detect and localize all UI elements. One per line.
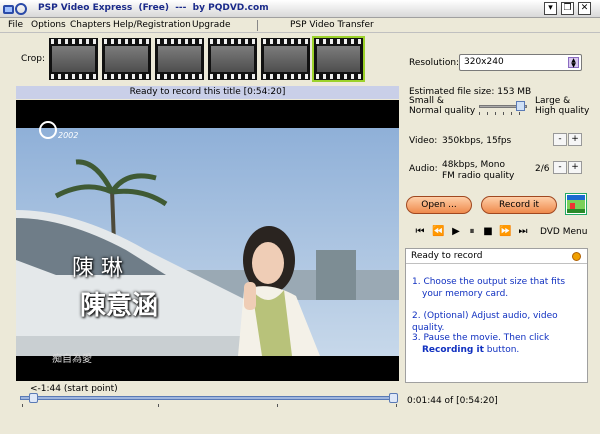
overlay-title: 陳意涵 — [80, 291, 159, 321]
menu-upgrade[interactable]: Upgrade — [192, 20, 230, 30]
overlay-name: 陳 琳 — [72, 256, 123, 281]
record-button[interactable]: Record it — [481, 196, 557, 214]
start-marker-handle[interactable] — [29, 393, 39, 403]
crop-thumbnail-2[interactable] — [102, 38, 151, 80]
crop-thumbnail-5[interactable] — [261, 38, 310, 80]
quality-high-label: Large & High quality — [535, 96, 589, 116]
skip-start-icon[interactable]: ⏮ — [414, 226, 426, 237]
skip-end-icon[interactable]: ⏭ — [517, 226, 529, 237]
crop-thumbnail-3[interactable] — [155, 38, 204, 80]
info-status-icon — [572, 252, 581, 261]
menu-bar: File Options Chapters Help/Registration … — [0, 18, 600, 33]
step-1-line-1: 1. Choose the output size that fits — [412, 277, 566, 287]
timeline-tick — [158, 404, 159, 407]
start-point-label: <-1:44 (start point) — [30, 384, 118, 394]
audio-step: 2/6 — [535, 164, 550, 174]
info-panel: Ready to record 1. Choose the output siz… — [405, 248, 588, 383]
audio-info: 48kbps, Mono FM radio quality — [442, 160, 514, 182]
step-3-tail: button. — [483, 345, 520, 355]
timeline-tick — [396, 404, 397, 407]
player-status: Ready to record this title [0:54:20] — [16, 86, 399, 99]
quality-high-line-2: High quality — [535, 106, 590, 116]
app-logo-icon — [3, 3, 27, 15]
audio-value-line-2: FM radio quality — [442, 171, 515, 181]
overlay-caption: 痴自為愛 — [52, 354, 92, 365]
resolution-label: Resolution: — [409, 58, 460, 68]
crop-label: Crop: — [21, 54, 46, 64]
resolution-select[interactable]: 320x240 ▲ ▼ — [459, 54, 582, 71]
time-readout: 0:01:44 of [0:54:20] — [407, 396, 498, 406]
menu-chapters[interactable]: Chapters — [70, 20, 111, 30]
instruction-step-2: 2. (Optional) Adjust audio, video qualit… — [412, 311, 558, 333]
quality-low-line-2: Normal quality — [409, 106, 476, 116]
menu-help-registration[interactable]: Help/Registration — [113, 20, 191, 30]
audio-value-line-1: 48kbps, Mono — [442, 160, 505, 170]
end-marker-handle[interactable] — [389, 393, 398, 403]
audio-label: Audio: — [409, 164, 438, 174]
video-value: 350kbps, 15fps — [442, 136, 512, 146]
audio-minus-button[interactable]: - — [553, 161, 567, 174]
quality-high-line-1: Large & — [535, 96, 571, 106]
quality-slider-ticks — [479, 112, 527, 115]
play-icon[interactable]: ▶ — [450, 226, 462, 237]
menu-options[interactable]: Options — [31, 20, 66, 30]
menu-file[interactable]: File — [8, 20, 23, 30]
timeline-tick — [22, 404, 23, 407]
timeline-tick — [277, 404, 278, 407]
crop-thumbnail-6-selected[interactable] — [312, 36, 365, 82]
instruction-step-3: 3. Pause the movie. Then click Recording… — [412, 332, 584, 356]
minimize-icon[interactable]: ▾ — [544, 2, 557, 15]
audio-plus-button[interactable]: + — [568, 161, 582, 174]
quality-low-line-1: Small & — [409, 96, 444, 106]
video-plus-button[interactable]: + — [568, 133, 582, 146]
dvd-menu-button[interactable]: DVD Menu — [540, 227, 587, 237]
close-icon[interactable]: ✕ — [578, 2, 591, 15]
quality-low-label: Small & Normal quality — [409, 96, 475, 116]
info-header-text: Ready to record — [411, 251, 483, 261]
timeline-track[interactable] — [20, 396, 397, 400]
channel-logo: 2002 — [58, 131, 79, 140]
step-3-bold: Recording it — [422, 345, 484, 355]
select-arrows-icon: ▲ ▼ — [568, 57, 579, 69]
window-title: PSP Video Express (Free) --- by PQDVD.co… — [38, 3, 269, 13]
quality-slider-handle[interactable] — [515, 101, 525, 111]
open-button[interactable]: Open ... — [406, 196, 472, 214]
menu-psp-video-transfer[interactable]: PSP Video Transfer — [290, 20, 374, 30]
video-preview[interactable]: 2002 陳 琳 陳意涵 痴自為愛 — [16, 100, 399, 381]
video-label: Video: — [409, 136, 438, 146]
stop-icon[interactable]: ■ — [482, 226, 494, 237]
video-frame-image — [16, 100, 399, 381]
fast-forward-icon[interactable]: ⏩ — [499, 226, 511, 237]
restore-icon[interactable]: ❐ — [561, 2, 574, 15]
step-3-line-1: 3. Pause the movie. Then click — [412, 333, 550, 343]
menu-separator — [257, 20, 258, 31]
crop-thumbnail-1[interactable] — [49, 38, 98, 80]
resolution-value: 320x240 — [464, 57, 504, 67]
transfer-icon[interactable] — [565, 193, 587, 215]
info-header: Ready to record — [406, 249, 587, 264]
step-1-line-2: your memory card. — [422, 289, 509, 299]
rewind-icon[interactable]: ⏪ — [432, 226, 444, 237]
step-3-line-2: Recording it button. — [412, 344, 584, 356]
title-bar: PSP Video Express (Free) --- by PQDVD.co… — [0, 0, 600, 18]
video-minus-button[interactable]: - — [553, 133, 567, 146]
instruction-step-1: 1. Choose the output size that fits your… — [412, 276, 584, 300]
crop-thumbnail-4[interactable] — [208, 38, 257, 80]
pause-icon[interactable]: ⏸ — [466, 226, 478, 237]
